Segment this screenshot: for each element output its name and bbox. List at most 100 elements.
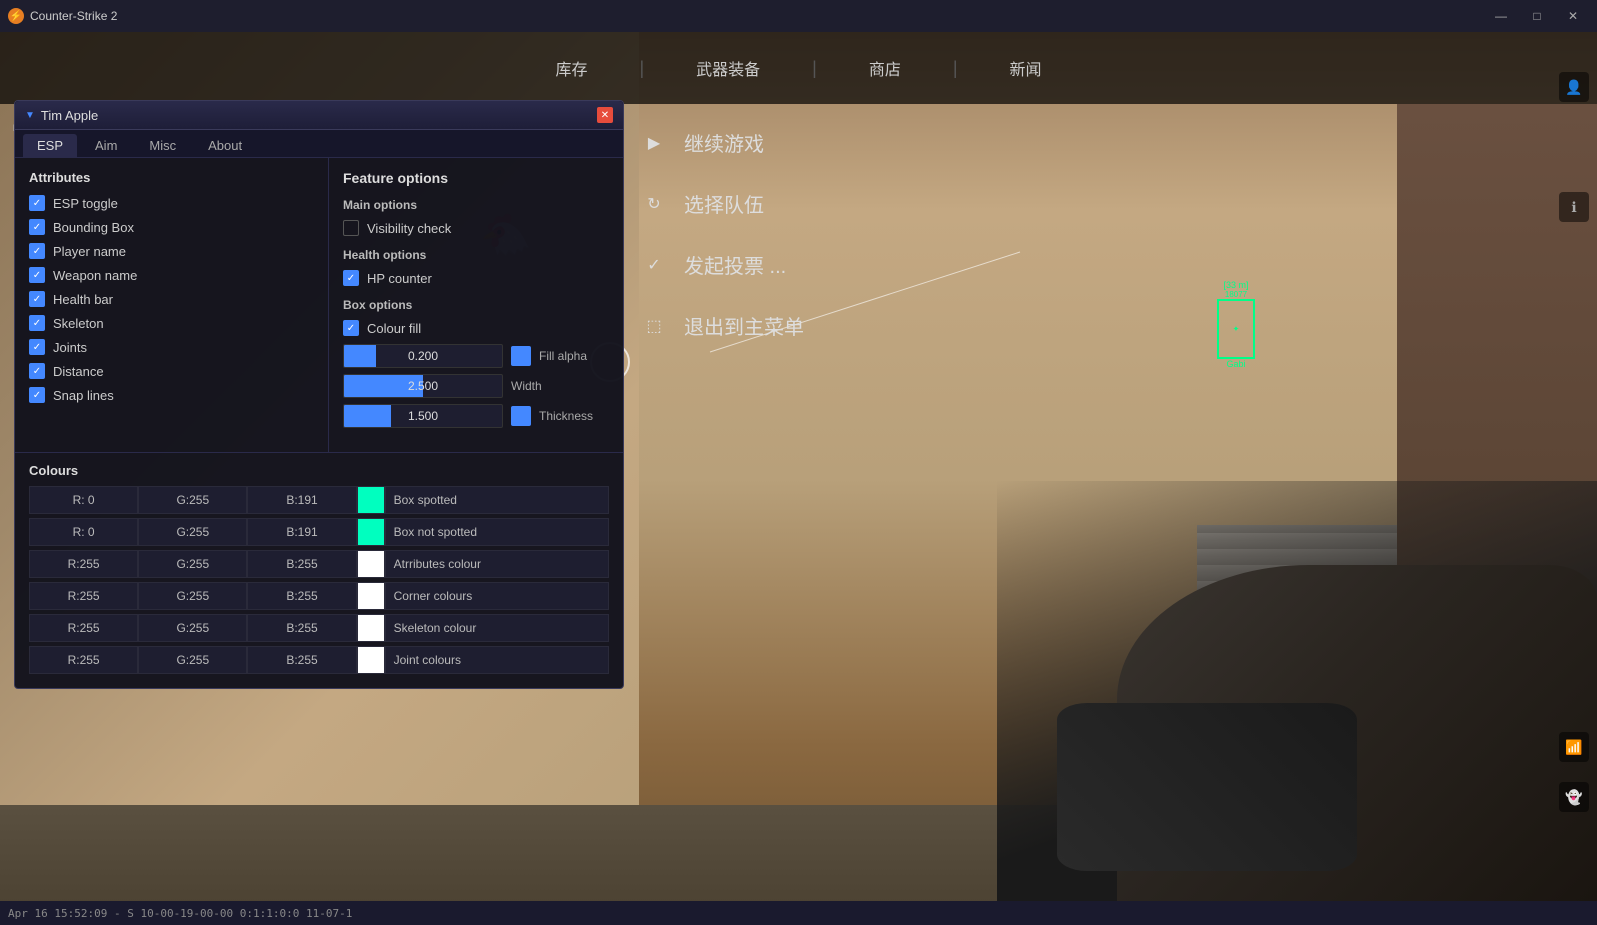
distance-item: ✓ Distance (29, 363, 314, 379)
fill-alpha-color-swatch[interactable] (511, 346, 531, 366)
status-bar: Apr 16 15:52:09 - S 10-00-19-00-00 0:1:1… (0, 901, 1597, 925)
menu-team[interactable]: ↻ 选择队伍 (620, 173, 920, 234)
box-options-label: Box options (343, 298, 609, 312)
colour-swatch-3[interactable] (357, 582, 385, 610)
tab-esp[interactable]: ESP (23, 134, 77, 157)
menu-vote[interactable]: ✓ 发起投票 ... (620, 234, 920, 295)
weapon-name-checkbox[interactable]: ✓ (29, 267, 45, 283)
nav-shop[interactable]: 商店 (857, 52, 913, 84)
health-bar-checkbox[interactable]: ✓ (29, 291, 45, 307)
minimize-button[interactable]: — (1485, 0, 1517, 32)
fill-alpha-slider[interactable]: 0.200 (343, 344, 503, 368)
colour-row-1: R: 0 G:255 B:191 Box not spotted (29, 518, 609, 546)
colour-swatch-5[interactable] (357, 646, 385, 674)
snap-lines-checkbox[interactable]: ✓ (29, 387, 45, 403)
colour-row-2: R:255 G:255 B:255 Atrributes colour (29, 550, 609, 578)
player-indicator: [33 m] 18077 ✦ Gabi (1217, 280, 1255, 369)
nav-sep-1: | (639, 58, 644, 79)
hp-counter-item: ✓ HP counter (343, 270, 609, 286)
colour-b-3: B:255 (247, 582, 356, 610)
skeleton-checkbox[interactable]: ✓ (29, 315, 45, 331)
weapon-name-item: ✓ Weapon name (29, 267, 314, 283)
colour-swatch-2[interactable] (357, 550, 385, 578)
panel-arrow-icon: ▼ (25, 110, 35, 121)
colour-g-4: G:255 (138, 614, 247, 642)
panel-close-button[interactable]: ✕ (597, 107, 613, 123)
colour-r-1: R: 0 (29, 518, 138, 546)
colour-fill-label: Colour fill (367, 321, 421, 336)
colour-fill-checkbox[interactable]: ✓ (343, 320, 359, 336)
titlebar: ⚡ Counter-Strike 2 — □ ✕ (0, 0, 1597, 32)
thickness-color-swatch[interactable] (511, 406, 531, 426)
width-label: Width (511, 379, 581, 393)
colour-g-5: G:255 (138, 646, 247, 674)
panel-tabs: ESP Aim Misc About (15, 130, 623, 158)
colour-row-5: R:255 G:255 B:255 Joint colours (29, 646, 609, 674)
visibility-check-item: Visibility check (343, 220, 609, 236)
width-value: 2.500 (344, 379, 502, 393)
player-name-hud: Gabi (1217, 359, 1255, 369)
colour-g-0: G:255 (138, 486, 247, 514)
colour-g-1: G:255 (138, 518, 247, 546)
esp-panel: ▼ Tim Apple ✕ ESP Aim Misc About Attribu… (14, 100, 624, 689)
joints-item: ✓ Joints (29, 339, 314, 355)
info-icon[interactable]: ℹ (1559, 192, 1589, 222)
colour-g-3: G:255 (138, 582, 247, 610)
player-name-item: ✓ Player name (29, 243, 314, 259)
width-slider[interactable]: 2.500 (343, 374, 503, 398)
player-distance: [33 m] (1217, 280, 1255, 290)
panel-title: Tim Apple (41, 108, 98, 123)
titlebar-title: Counter-Strike 2 (30, 9, 1485, 23)
snap-lines-item: ✓ Snap lines (29, 387, 314, 403)
panel-header[interactable]: ▼ Tim Apple ✕ (15, 101, 623, 130)
tab-misc[interactable]: Misc (135, 134, 190, 157)
player-name-label: Player name (53, 244, 126, 259)
main-options-section: Main options Visibility check (343, 198, 609, 236)
bounding-box-checkbox[interactable]: ✓ (29, 219, 45, 235)
colour-rows: R: 0 G:255 B:191 Box spotted R: 0 G:255 … (29, 486, 609, 674)
weapon-name-label: Weapon name (53, 268, 137, 283)
joints-checkbox[interactable]: ✓ (29, 339, 45, 355)
nav-news[interactable]: 新闻 (998, 52, 1054, 84)
colour-b-5: B:255 (247, 646, 356, 674)
colour-name-4: Skeleton colour (385, 614, 609, 642)
colour-name-0: Box spotted (385, 486, 609, 514)
visibility-check-checkbox[interactable] (343, 220, 359, 236)
close-button[interactable]: ✕ (1557, 0, 1589, 32)
menu-quit[interactable]: ⬚ 退出到主菜单 (620, 295, 920, 356)
thickness-label: Thickness (539, 409, 609, 423)
health-bar-label: Health bar (53, 292, 113, 307)
maximize-button[interactable]: □ (1521, 0, 1553, 32)
thickness-slider[interactable]: 1.500 (343, 404, 503, 428)
bounding-box-label: Bounding Box (53, 220, 134, 235)
wifi-icon: 📶 (1559, 732, 1589, 762)
user-icon[interactable]: 👤 (1559, 72, 1589, 102)
nav-inventory[interactable]: 库存 (543, 52, 599, 84)
panel-title-area: ▼ Tim Apple (25, 108, 98, 123)
colour-b-4: B:255 (247, 614, 356, 642)
visibility-check-label: Visibility check (367, 221, 451, 236)
colour-name-3: Corner colours (385, 582, 609, 610)
feature-options-column: Feature options Main options Visibility … (329, 158, 623, 452)
colour-swatch-0[interactable] (357, 486, 385, 514)
colour-fill-item: ✓ Colour fill (343, 320, 609, 336)
distance-checkbox[interactable]: ✓ (29, 363, 45, 379)
nav-weapons[interactable]: 武器装备 (684, 52, 772, 84)
colour-b-1: B:191 (247, 518, 356, 546)
status-text: Apr 16 15:52:09 - S 10-00-19-00-00 0:1:1… (8, 907, 352, 920)
tab-about[interactable]: About (194, 134, 256, 157)
player-name-checkbox[interactable]: ✓ (29, 243, 45, 259)
thickness-value: 1.500 (344, 409, 502, 423)
colour-b-0: B:191 (247, 486, 356, 514)
attributes-title: Attributes (29, 170, 314, 185)
colour-swatch-4[interactable] (357, 614, 385, 642)
tab-aim[interactable]: Aim (81, 134, 131, 157)
main-options-label: Main options (343, 198, 609, 212)
colour-r-4: R:255 (29, 614, 138, 642)
colour-swatch-1[interactable] (357, 518, 385, 546)
menu-continue[interactable]: ▶ 继续游戏 (620, 112, 920, 173)
panel-body: Attributes ✓ ESP toggle ✓ Bounding Box ✓… (15, 158, 623, 452)
hp-counter-checkbox[interactable]: ✓ (343, 270, 359, 286)
esp-toggle-checkbox[interactable]: ✓ (29, 195, 45, 211)
width-row: 2.500 Width (343, 374, 609, 398)
